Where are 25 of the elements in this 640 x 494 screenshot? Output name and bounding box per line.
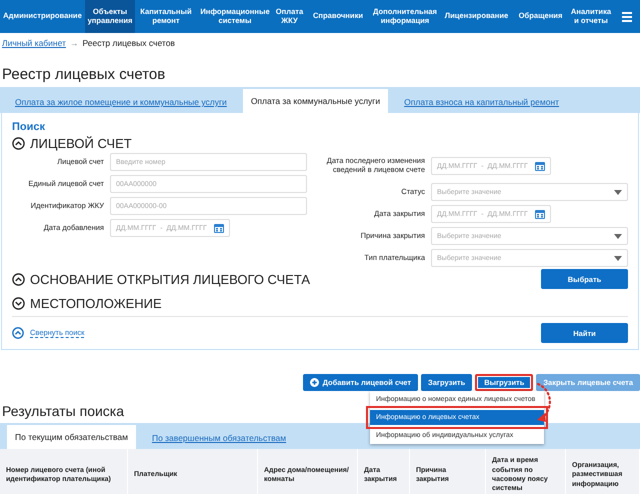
calendar-icon[interactable] xyxy=(214,223,224,233)
dropdown-arrow-icon xyxy=(614,256,622,260)
tab[interactable]: По завершенным обязательствам xyxy=(144,427,294,449)
tab[interactable]: Оплата за жилое помещение и коммунальные услуги xyxy=(7,91,235,113)
section-title: МЕСТОПОЛОЖЕНИЕ xyxy=(30,296,162,310)
page-title: Реестр лицевых счетов xyxy=(1,65,166,85)
calendar-icon[interactable] xyxy=(535,209,545,219)
breadcrumb-current: Реестр лицевых счетов xyxy=(82,38,175,48)
calendar-icon[interactable] xyxy=(535,161,545,171)
results-title: Результаты поиска xyxy=(1,402,126,421)
tab[interactable]: По текущим обязательствам xyxy=(7,425,136,449)
tab[interactable]: Оплата взноса на капитальный ремонт xyxy=(396,91,568,113)
breadcrumb-link[interactable]: Личный кабинет xyxy=(2,38,66,48)
tab[interactable]: Оплата за коммунальные услуги xyxy=(242,89,388,113)
section-title: ОСНОВАНИЕ ОТКРЫТИЯ ЛИЦЕВОГО СЧЕТА xyxy=(30,272,310,286)
dropdown-arrow-icon xyxy=(614,234,622,238)
chevron-up-icon[interactable] xyxy=(12,136,25,150)
dropdown-arrow-icon xyxy=(614,190,622,194)
breadcrumb-separator: → xyxy=(70,38,78,48)
chevron-down-icon[interactable] xyxy=(12,296,25,310)
chevron-up-icon[interactable] xyxy=(12,272,25,286)
search-title: Поиск xyxy=(12,121,46,133)
plus-icon xyxy=(310,378,319,387)
menu-icon[interactable] xyxy=(622,12,632,22)
section-title: ЛИЦЕВОЙ СЧЕТ xyxy=(30,136,132,150)
